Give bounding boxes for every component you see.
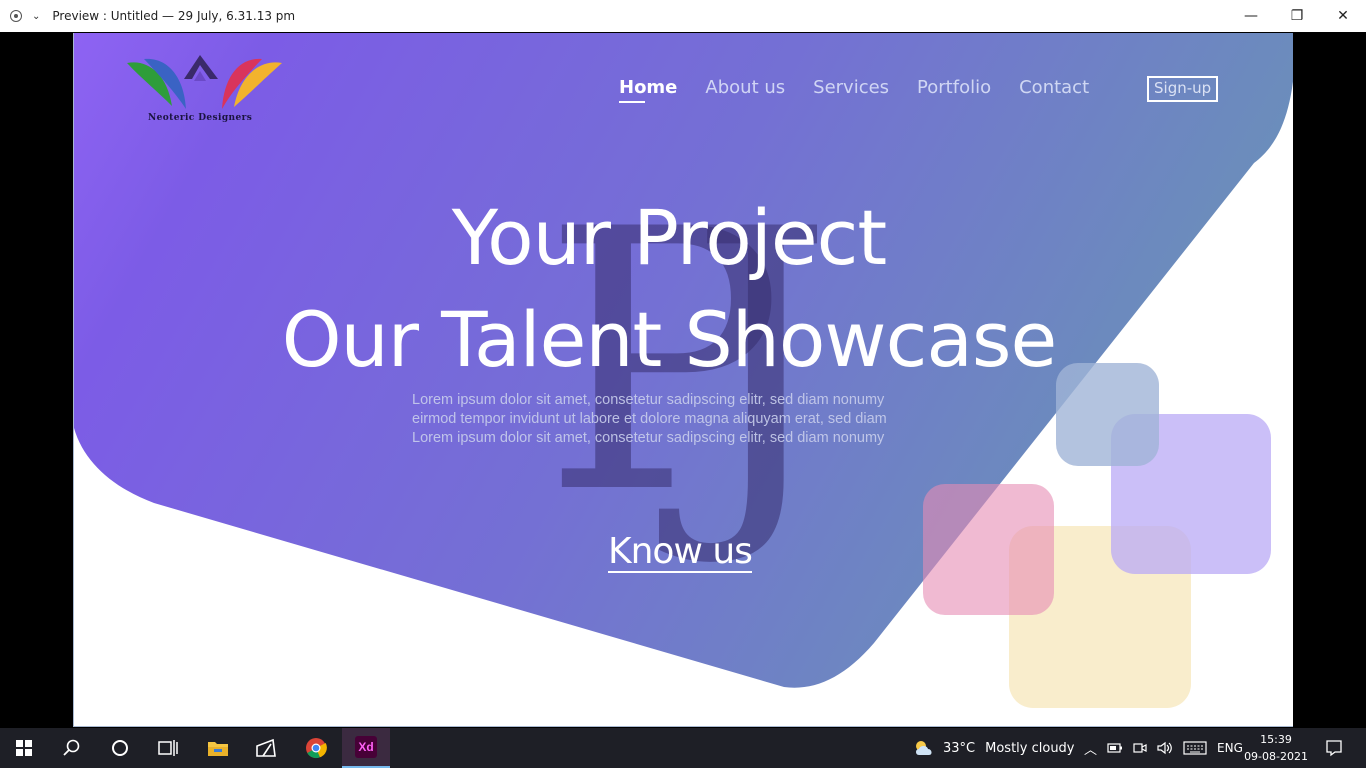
chrome-icon[interactable] [292,728,340,768]
clock-time: 15:39 [1260,733,1292,746]
decor-square-pink [923,484,1054,615]
description-line: eirmod tempor invidunt ut labore et dolo… [412,411,887,427]
main-nav: Home About us Services Portfolio Contact [619,77,1117,103]
notification-icon[interactable] [1310,728,1358,768]
know-us-link[interactable]: Know us [608,533,753,573]
minimize-button[interactable]: — [1228,0,1274,32]
record-icon[interactable] [10,10,22,22]
chevron-down-icon[interactable]: ⌄ [32,11,40,22]
decor-square-blue [1056,363,1159,466]
signup-button[interactable]: Sign-up [1147,76,1219,102]
nav-services[interactable]: Services [813,77,889,98]
system-tray: ︿ ENG [1084,728,1243,768]
adobe-xd-icon[interactable]: Xd [342,728,390,768]
battery-icon[interactable] [1107,742,1123,754]
close-button[interactable]: ✕ [1320,0,1366,32]
chevron-up-icon[interactable]: ︿ [1084,739,1097,758]
cloudy-weather-icon [916,741,932,755]
preview-canvas: Neoteric Designers Home About us Service… [73,33,1293,727]
tablet-app-icon[interactable] [242,728,290,768]
volume-icon[interactable] [1157,741,1173,755]
description-line: Lorem ipsum dolor sit amet, consetetur s… [412,430,885,446]
logo-text: Neoteric Designers [148,113,253,123]
weather-condition: Mostly cloudy [985,740,1075,756]
file-explorer-icon[interactable] [194,728,242,768]
windows-start-icon[interactable] [0,728,48,768]
cortana-icon[interactable] [96,728,144,768]
search-icon[interactable] [48,728,96,768]
window-controls: — ❐ ✕ [1228,0,1366,32]
clock[interactable]: 15:39 09-08-2021 [1244,731,1308,765]
nav-home[interactable]: Home [619,77,677,103]
clock-date: 09-08-2021 [1244,750,1308,763]
keyboard-icon[interactable] [1183,741,1207,755]
weather-widget[interactable]: 33°C Mostly cloudy [913,728,1075,768]
taskbar: Xd 33°C Mostly cloudy ︿ ENG 15:39 09-08-… [0,728,1366,768]
task-view-icon[interactable] [144,728,192,768]
language-indicator[interactable]: ENG [1217,741,1243,755]
adobe-xd-label: Xd [355,736,377,758]
weather-temp: 33°C [943,740,976,756]
description-line: Lorem ipsum dolor sit amet, consetetur s… [412,392,885,408]
window-titlebar: ⌄ Preview : Untitled — 29 July, 6.31.13 … [0,0,1366,32]
restore-button[interactable]: ❐ [1274,0,1320,32]
nav-portfolio[interactable]: Portfolio [917,77,991,98]
hero-description: Lorem ipsum dolor sit amet, consetetur s… [412,391,932,448]
headline-line-1: Your Project [451,193,887,282]
camera-icon[interactable] [1133,741,1147,755]
nav-about-us[interactable]: About us [705,77,785,98]
nav-contact[interactable]: Contact [1019,77,1089,98]
window-title: Preview : Untitled — 29 July, 6.31.13 pm [52,9,296,23]
